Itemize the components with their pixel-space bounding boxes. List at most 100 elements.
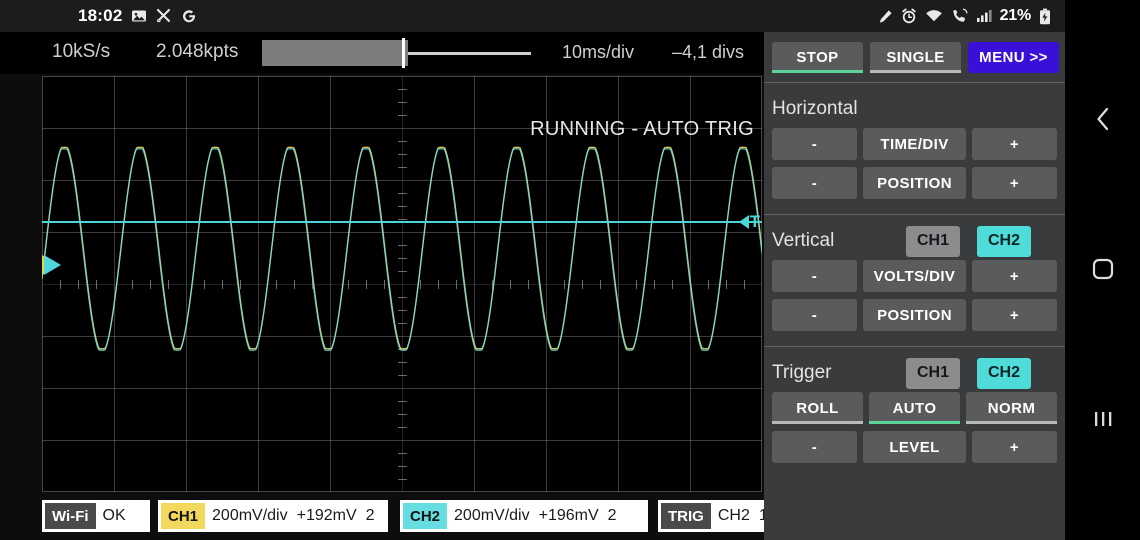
status-pill-tag: TRIG	[661, 503, 711, 529]
menu-button[interactable]: MENU >>	[968, 42, 1059, 73]
ch2-position-marker[interactable]	[44, 255, 61, 275]
oscilloscope-app: 10kS/s 2.048kpts 10ms/div –4,1 divs T RU…	[0, 32, 1065, 540]
status-clock: 18:02	[78, 6, 123, 25]
trigger-level-button[interactable]: LEVEL	[863, 431, 966, 463]
trigger-roll-button[interactable]: ROLL	[772, 392, 863, 424]
vertical-ch1-button[interactable]: CH1	[906, 225, 960, 257]
vertical-section-title: Vertical	[772, 230, 835, 251]
horizontal-section: Horizontal - TIME/DIV + - POSITION +	[764, 82, 1065, 214]
time-per-div-label: 10ms/div	[562, 42, 635, 62]
ch1-probe: 2	[365, 507, 375, 524]
ch1-offset: +192mV	[296, 507, 357, 524]
v-position-button[interactable]: POSITION	[863, 299, 966, 331]
status-pill-values: 200mV/div +196mV 2	[454, 507, 636, 525]
horizontal-section-header: Horizontal	[772, 90, 1057, 128]
status-pill-tag: Wi-Fi	[45, 503, 96, 529]
control-panel: STOP SINGLE MENU >> Horizontal - TIME/DI…	[764, 32, 1065, 540]
trigger-roll-indicator	[772, 421, 863, 424]
vertical-section: Vertical CH1 CH2 - VOLTS/DIV + - POSITIO…	[764, 214, 1065, 346]
bottom-status-bar: Wi-Fi OK CH1 200mV/div +192mV 2 CH2 200mV/…	[0, 492, 818, 540]
voltsdiv-button[interactable]: VOLTS/DIV	[863, 260, 966, 292]
trigger-norm-button[interactable]: NORM	[966, 392, 1057, 424]
trace-ch1	[42, 146, 762, 350]
gallery-icon	[131, 8, 147, 24]
timediv-minus-button[interactable]: -	[772, 128, 857, 160]
status-bar-left: 18:02	[78, 6, 197, 26]
h-position-minus-button[interactable]: -	[772, 167, 857, 199]
vertical-position-row: - POSITION +	[772, 299, 1057, 331]
trigger-roll-label: ROLL	[796, 399, 839, 417]
status-pill-wifi[interactable]: Wi-Fi OK	[42, 500, 150, 532]
status-bar-right: 21%	[878, 7, 1051, 25]
trigger-auto-button[interactable]: AUTO	[869, 392, 960, 424]
ch1-volts-div: 200mV/div	[212, 507, 288, 524]
vertical-voltsdiv-row: - VOLTS/DIV +	[772, 260, 1057, 292]
trig-source: CH2	[717, 507, 750, 524]
run-state-label: RUNNING - AUTO TRIG	[530, 118, 754, 140]
trigger-auto-label: AUTO	[892, 399, 937, 417]
horizontal-position-window[interactable]	[262, 40, 408, 66]
timediv-button[interactable]: TIME/DIV	[863, 128, 966, 160]
horizontal-position-row: - POSITION +	[772, 167, 1057, 199]
trigger-level-plus-button[interactable]: +	[972, 431, 1057, 463]
single-button-indicator	[870, 70, 961, 73]
trigger-norm-indicator	[966, 421, 1057, 424]
sample-rate-label: 10kS/s	[52, 41, 111, 62]
waveform-display[interactable]: T RUNNING - AUTO TRIG	[42, 76, 762, 492]
v-position-minus-button[interactable]: -	[772, 299, 857, 331]
nav-home-button[interactable]	[1065, 250, 1140, 292]
google-icon	[181, 8, 197, 24]
trigger-auto-indicator	[869, 421, 960, 424]
signal-icon	[976, 8, 992, 24]
recents-icon	[1091, 407, 1115, 436]
home-icon	[1090, 256, 1116, 287]
trigger-level-row: - LEVEL +	[772, 431, 1057, 463]
vertical-ch2-button[interactable]: CH2	[977, 225, 1031, 257]
battery-percent: 21%	[999, 7, 1032, 24]
trigger-ch1-button[interactable]: CH1	[906, 357, 960, 389]
timediv-plus-button[interactable]: +	[972, 128, 1057, 160]
single-button-label: SINGLE	[886, 49, 945, 66]
memory-depth-label: 2.048kpts	[156, 41, 239, 62]
ch2-level-line[interactable]	[42, 221, 762, 223]
status-pill-ch2[interactable]: CH2 200mV/div +196mV 2	[400, 500, 648, 532]
ch2-volts-div: 200mV/div	[454, 507, 530, 524]
trigger-channel-toggles: CH1 CH2	[906, 357, 1057, 389]
voltsdiv-minus-button[interactable]: -	[772, 260, 857, 292]
trigger-norm-label: NORM	[987, 399, 1036, 417]
menu-button-label: MENU >>	[979, 49, 1048, 66]
nav-recents-button[interactable]	[1065, 400, 1140, 442]
voltsdiv-plus-button[interactable]: +	[972, 260, 1057, 292]
h-position-plus-button[interactable]: +	[972, 167, 1057, 199]
status-pill-ch1[interactable]: CH1 200mV/div +192mV 2	[158, 500, 388, 532]
alarm-icon	[901, 8, 917, 24]
status-pill-tag: CH1	[161, 503, 206, 529]
trigger-level-minus-button[interactable]: -	[772, 431, 857, 463]
trigger-section-title: Trigger	[772, 362, 832, 383]
call-icon	[951, 8, 968, 24]
v-position-plus-button[interactable]: +	[972, 299, 1057, 331]
horizontal-offset-label: –4,1 divs	[672, 42, 745, 62]
android-status-bar: 18:02 21%	[0, 0, 1065, 32]
pencil-icon	[878, 9, 893, 24]
status-pill-values: 200mV/div +192mV 2	[212, 507, 394, 525]
trigger-arrow-icon	[738, 214, 749, 229]
trigger-marker-label: T	[749, 212, 760, 231]
stop-button-indicator	[772, 70, 863, 73]
status-pill-value: OK	[102, 507, 126, 524]
trace-ch2	[42, 148, 762, 351]
ch2-probe: 2	[607, 507, 617, 524]
trigger-ch2-button[interactable]: CH2	[977, 357, 1031, 389]
trigger-mode-row: ROLL AUTO NORM	[772, 392, 1057, 424]
horizontal-position-marker[interactable]	[402, 38, 405, 68]
stop-button[interactable]: STOP	[772, 42, 863, 73]
trigger-level-marker[interactable]: T	[738, 212, 760, 231]
android-nav-bar	[1065, 0, 1140, 540]
nav-back-button[interactable]	[1065, 100, 1140, 142]
scissors-icon	[156, 8, 172, 24]
single-button[interactable]: SINGLE	[870, 42, 961, 73]
run-control-row: STOP SINGLE MENU >>	[764, 32, 1065, 82]
h-position-button[interactable]: POSITION	[863, 167, 966, 199]
wifi-icon	[925, 8, 943, 24]
horizontal-timediv-row: - TIME/DIV +	[772, 128, 1057, 160]
